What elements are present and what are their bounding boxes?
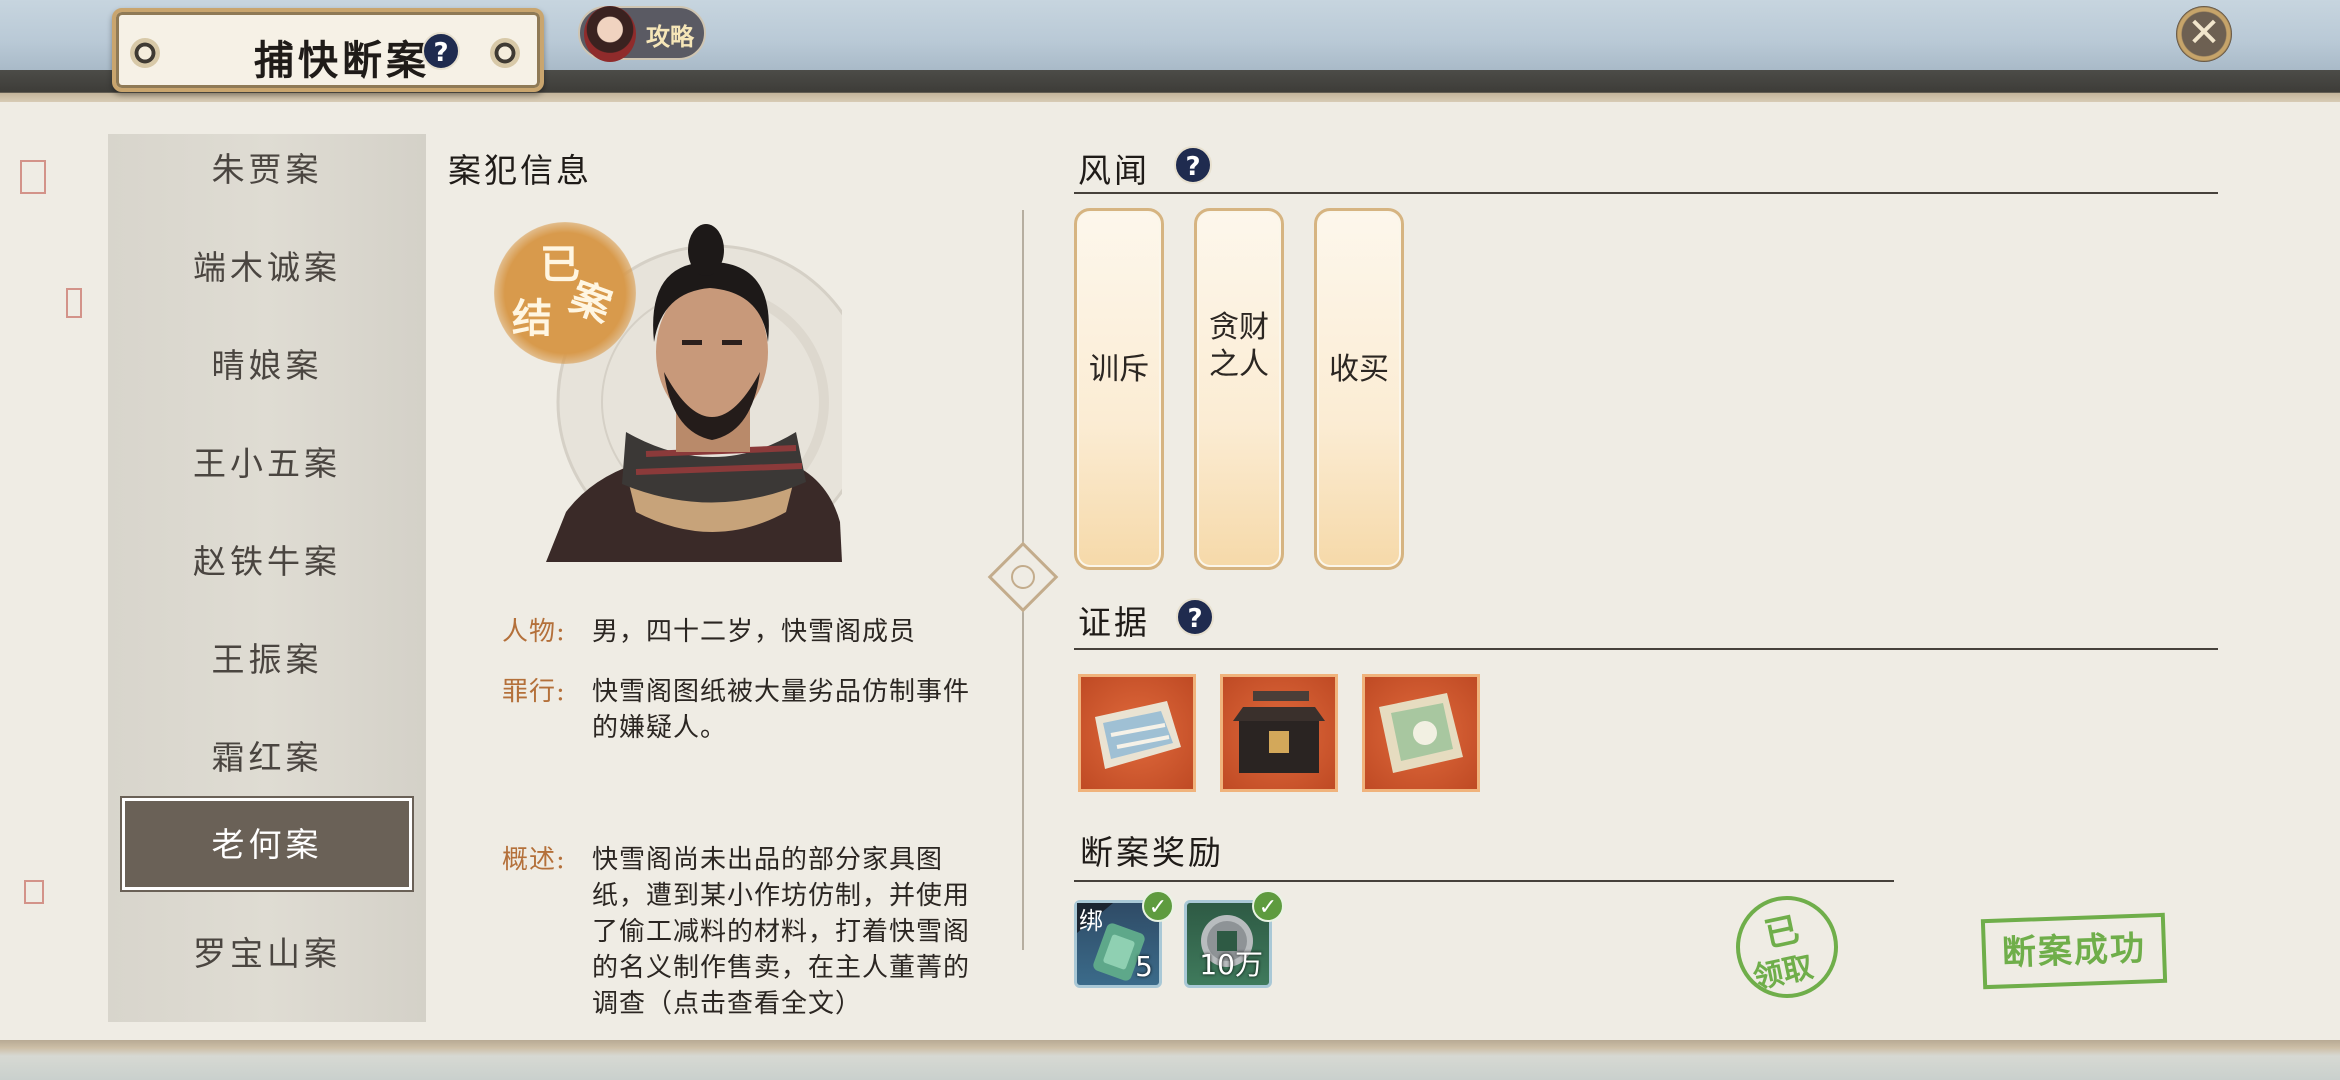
calligraphy-decoration xyxy=(28,214,42,334)
reward-title: 断案奖励 xyxy=(1080,833,1224,872)
case-item-wangzhen[interactable]: 王振案 xyxy=(108,620,426,700)
claimed-check-icon: ✓ xyxy=(1142,890,1174,922)
claimed-check-icon: ✓ xyxy=(1252,890,1284,922)
evidence-blueprint[interactable] xyxy=(1078,674,1196,792)
reward-underline xyxy=(1074,880,1894,882)
reward-count: 5 xyxy=(1135,950,1153,983)
evidence-lockbox[interactable] xyxy=(1220,674,1338,792)
guide-button[interactable]: 攻略 xyxy=(578,6,706,62)
close-button[interactable]: ✕ xyxy=(2176,6,2232,62)
summary-label: 概述: xyxy=(502,845,566,875)
evidence-title: 证据 xyxy=(1078,603,1150,642)
person-label: 人物: xyxy=(502,617,566,647)
case-item-luobaoshan[interactable]: 罗宝山案 xyxy=(108,914,426,994)
rumor-card-xunchi[interactable]: 训斥 xyxy=(1074,208,1164,570)
blueprint-map-icon xyxy=(1095,701,1181,769)
rumor-text: 贪财之人 xyxy=(1209,310,1269,382)
knot-ornament-icon xyxy=(987,541,1059,613)
case-success-stamp: 断案成功 xyxy=(1980,912,2168,990)
person-row: 人物: 男，四十二岁，快雪阁成员 xyxy=(502,614,1002,654)
scroll-document-icon xyxy=(1379,693,1463,773)
reward-count: 10万 xyxy=(1199,948,1263,981)
bound-tag: 绑 xyxy=(1079,907,1103,935)
case-list[interactable]: 朱贾案 端木诚案 晴娘案 王小五案 赵铁牛案 王振案 霜红案 老何案 罗宝山案 xyxy=(108,134,426,1022)
rumor-text: 收买 xyxy=(1329,352,1389,387)
close-icon: ✕ xyxy=(2187,10,2221,56)
rumors-underline xyxy=(1074,192,2218,194)
title-help-icon[interactable]: ? xyxy=(422,32,460,70)
case-item-zhaotieniu[interactable]: 赵铁牛案 xyxy=(108,522,426,602)
rumor-card-tancaizhiren[interactable]: 贪财之人 xyxy=(1194,208,1284,570)
summary-row[interactable]: 概述: 快雪阁尚未出品的部分家具图纸，遭到某小作坊仿制，并使用了偷工减料的材料，… xyxy=(502,842,1002,1022)
rumor-text: 训斥 xyxy=(1089,352,1149,387)
ornament-left-icon xyxy=(130,38,160,68)
rumors-title: 风闻 xyxy=(1078,151,1150,190)
case-item-duanmucheng[interactable]: 端木诚案 xyxy=(108,228,426,308)
title-plate: 捕快断案 ? xyxy=(112,8,544,92)
page-title: 捕快断案 xyxy=(254,37,430,84)
case-item-laohe-selected[interactable]: 老何案 xyxy=(122,798,412,890)
rumor-card-shoumai[interactable]: 收买 xyxy=(1314,208,1404,570)
case-item-wangxiaowu[interactable]: 王小五案 xyxy=(108,424,426,504)
red-seal-icon xyxy=(24,880,44,904)
person-text: 男，四十二岁，快雪阁成员 xyxy=(592,617,917,647)
case-item-zhujia[interactable]: 朱贾案 xyxy=(108,130,426,210)
case-item-qingniang[interactable]: 晴娘案 xyxy=(108,326,426,406)
crime-label: 罪行: xyxy=(502,677,566,707)
case-item-shuanghong[interactable]: 霜红案 xyxy=(108,718,426,798)
summary-text[interactable]: 快雪阁尚未出品的部分家具图纸，遭到某小作坊仿制，并使用了偷工减料的材料，打着快雪… xyxy=(592,842,990,1022)
crime-row: 罪行: 快雪阁图纸被大量劣品仿制事件的嫌疑人。 xyxy=(502,674,1002,754)
red-seal-icon xyxy=(20,160,46,194)
evidence-scroll[interactable] xyxy=(1362,674,1480,792)
lockbox-icon xyxy=(1233,691,1325,773)
claimed-stamp: 已 领取 xyxy=(1726,886,1848,1008)
crime-text: 快雪阁图纸被大量劣品仿制事件的嫌疑人。 xyxy=(592,677,971,743)
bottom-band xyxy=(0,1040,2340,1080)
criminal-info-title: 案犯信息 xyxy=(448,151,592,190)
guide-avatar-icon xyxy=(584,6,636,62)
red-seal-icon xyxy=(66,288,82,318)
evidence-underline xyxy=(1074,648,2218,650)
case-closed-stamp: 已 结 案 xyxy=(494,222,636,364)
rumors-help-icon[interactable]: ? xyxy=(1174,146,1212,184)
evidence-help-icon[interactable]: ? xyxy=(1176,598,1214,636)
ornament-right-icon xyxy=(490,38,520,68)
guide-label: 攻略 xyxy=(646,22,694,51)
